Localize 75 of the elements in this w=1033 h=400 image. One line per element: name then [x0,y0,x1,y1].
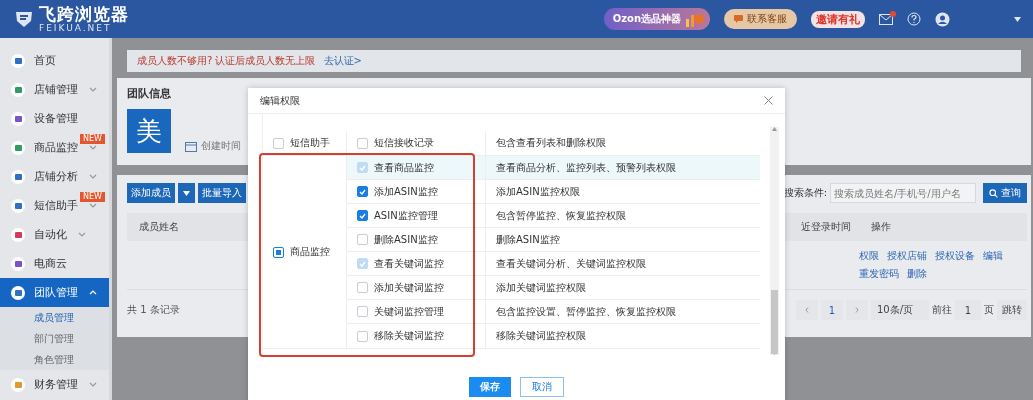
permission-description: 包含监控设置、暂停监控、恢复监控权限 [496,304,676,319]
promo-badge[interactable]: Ozon选品神器 [603,8,710,30]
sidebar-item[interactable]: 店铺管理 [0,75,109,104]
section-title: 团队信息 [127,86,171,101]
action-link[interactable]: 删除 [907,267,927,281]
sidebar-subitem[interactable]: 部门管理 [0,328,109,349]
sidebar-item[interactable]: 店铺分析 [0,162,109,191]
permission-row[interactable]: 关键词监控管理 包含监控设置、暂停监控、恢复监控权限 [347,300,760,324]
add-member-button[interactable]: 添加成员 [127,183,175,203]
column-header: 操作 [870,220,892,234]
contact-button[interactable]: 联系客服 [724,9,797,29]
permission-description: 包含查看列表和删除权限 [496,136,606,150]
search-field[interactable]: 搜索成员姓名/手机号/用户名 [830,183,976,203]
permission-description: 查看关键词分析、关键词监控权限 [496,256,646,271]
permission-label: 短信接收记录 [374,136,434,150]
goto-label: 前往 [932,303,952,317]
action-link[interactable]: 权限 [859,249,879,263]
permission-label: 查看关键词监控 [374,256,444,271]
permission-description: 删除ASIN监控 [496,232,560,247]
permission-row[interactable]: 添加关键词监控 添加关键词监控权限 [347,276,760,300]
page-unit: 页 [984,303,994,317]
column-header: 近登录时间 [800,220,852,234]
permission-description: 包含暂停监控、恢复监控权限 [496,208,626,223]
permission-row[interactable]: 短信接收记录 包含查看列表和删除权限 [347,131,760,155]
group-label: 短信助手 [290,136,330,150]
page-input[interactable]: 1 [955,300,981,320]
search-button[interactable]: 查询 [983,183,1027,203]
action-link[interactable]: 授权店铺 [887,249,927,263]
logo-subtitle: FEIKUA.NET [39,23,112,33]
import-button[interactable]: 批量导入 [198,183,246,203]
sidebar-subitem[interactable]: 角色管理 [0,349,109,370]
notice-text: 成员人数不够用? 认证后成员人数无上限 [137,54,316,68]
action-link[interactable]: 重发密码 [859,267,899,281]
verify-link[interactable]: 去认证> [323,54,362,68]
invite-link[interactable]: 邀请有礼 [811,10,865,28]
record-count: 共 1 条记录 [127,303,180,317]
dialog-title: 编辑权限 [260,93,300,108]
logo-title: 飞跨浏览器 [39,5,129,23]
new-badge: NEW [80,192,105,202]
sidebar-item[interactable]: 电商云 [0,249,109,278]
permission-description: 移除关键词监控权限 [496,329,586,343]
permission-label: 关键词监控管理 [374,304,444,319]
group-label: 商品监控 [290,245,330,259]
column-header: 成员姓名 [138,220,180,234]
sidebar-item[interactable]: 短信助手 NEW [0,191,109,220]
sidebar-item[interactable]: 首页 [0,46,109,75]
cancel-button[interactable]: 取消 [520,377,564,397]
action-link[interactable]: 编辑 [983,249,1003,263]
sidebar-item[interactable]: 设备管理 [0,104,109,133]
permission-label: 删除ASIN监控 [374,232,438,247]
permission-label: 移除关键词监控 [374,329,444,343]
jump-button[interactable]: 跳转 [997,300,1027,320]
sidebar-item[interactable]: 自动化 [0,220,109,249]
sidebar-item[interactable]: 财务管理 [0,370,109,399]
sidebar-item[interactable]: 商品监控 NEW [0,133,109,162]
permission-description: 查看商品分析、监控列表、预警列表权限 [496,160,676,175]
permission-label: 添加ASIN监控 [374,184,438,199]
permission-row[interactable]: 添加ASIN监控 添加ASIN监控权限 [347,180,760,204]
sidebar-item[interactable]: 团队管理 [0,278,109,307]
permission-row[interactable]: 移除关键词监控 移除关键词监控权限 [347,324,760,348]
permission-row[interactable]: 删除ASIN监控 删除ASIN监控 [347,228,760,252]
search-label: 搜索条件: [783,186,827,200]
page-size-select[interactable]: 10条/页 [871,300,929,320]
permission-label: 添加关键词监控 [374,280,444,295]
action-link[interactable]: 授权设备 [935,249,975,263]
created-label: 创建时间 [201,139,241,153]
permission-description: 添加关键词监控权限 [496,280,586,295]
permission-label: ASIN监控管理 [374,208,438,223]
sidebar-subitem[interactable]: 成员管理 [0,307,109,328]
new-badge: NEW [80,134,105,144]
page-button[interactable]: 1 [821,300,843,320]
permission-row[interactable]: ASIN监控管理 包含暂停监控、恢复监控权限 [347,204,760,228]
team-avatar: 美 [127,109,171,153]
permission-label: 查看商品监控 [374,160,434,175]
permission-description: 添加ASIN监控权限 [496,184,580,199]
